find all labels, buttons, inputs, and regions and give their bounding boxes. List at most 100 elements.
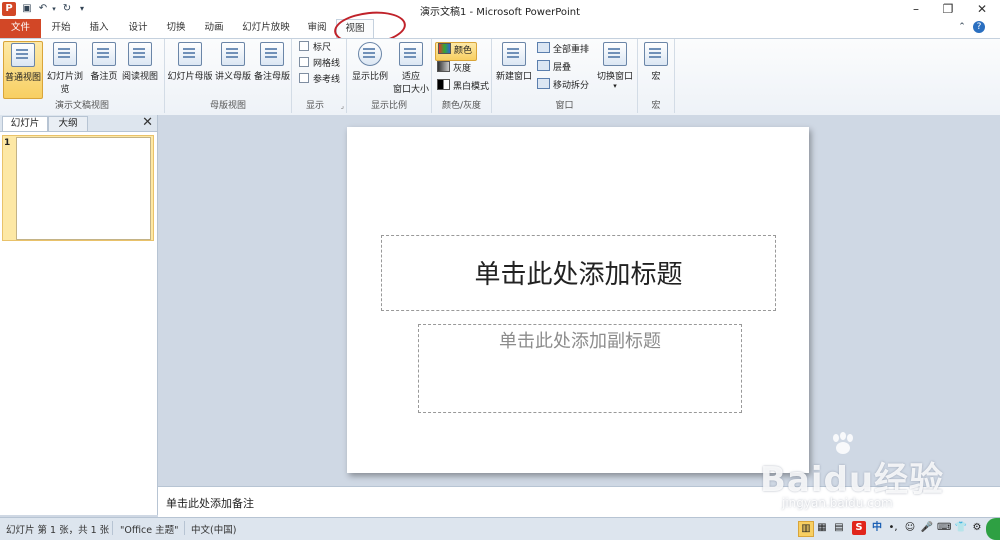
notes-master-label: 备注母版: [253, 72, 290, 82]
cascade-label: 层叠: [553, 63, 572, 73]
zoom-badge-icon[interactable]: [986, 518, 1000, 540]
slide-thumbnail[interactable]: [16, 137, 151, 240]
show-dialog-launcher-icon[interactable]: ⌟: [341, 102, 344, 110]
tab-slide-show[interactable]: 幻灯片放映: [237, 19, 295, 38]
reading-view-status-icon[interactable]: ▤: [832, 521, 846, 535]
tab-review[interactable]: 审阅: [300, 19, 334, 38]
group-color-grayscale: 颜色 灰度 黑白模式 颜色/灰度: [432, 39, 492, 113]
grayscale-swatch-icon: [437, 61, 450, 72]
ruler-checkbox-box: [299, 41, 309, 51]
grayscale-button[interactable]: 灰度: [437, 61, 471, 78]
microphone-icon[interactable]: 🎤: [920, 521, 934, 535]
arrange-all-button[interactable]: 全部重排: [537, 42, 589, 59]
macros-button[interactable]: 宏: [641, 41, 671, 82]
ime-mode[interactable]: 中: [870, 521, 884, 535]
normal-view-icon: [11, 43, 35, 67]
toolbox-icon[interactable]: ⚙: [970, 521, 984, 535]
group-show: 标尺 网格线 参考线 显示 ⌟: [292, 39, 347, 113]
color-button[interactable]: 颜色: [435, 42, 478, 61]
fit-to-window-icon: [399, 42, 423, 66]
skin-icon[interactable]: 👕: [954, 521, 968, 535]
notes-master-button[interactable]: 备注母版: [253, 41, 291, 82]
normal-view-button[interactable]: 普通视图: [3, 41, 43, 99]
reading-view-icon: [128, 42, 152, 66]
restore-icon[interactable]: ❐: [932, 0, 964, 19]
handout-master-button[interactable]: 讲义母版: [214, 41, 252, 82]
move-split-icon: [537, 78, 550, 89]
punctuation-icon[interactable]: •,: [886, 521, 900, 535]
grayscale-label: 灰度: [453, 64, 472, 74]
watermark-main-text: Baidu经验: [760, 460, 945, 500]
tab-animations[interactable]: 动画: [197, 19, 231, 38]
group-label-presentation-views: 演示文稿视图: [54, 101, 109, 111]
arrange-all-label: 全部重排: [553, 45, 590, 55]
title-placeholder[interactable]: 单击此处添加标题: [381, 235, 776, 311]
minimize-icon[interactable]: –: [900, 0, 932, 19]
black-white-swatch-icon: [437, 79, 450, 90]
switch-windows-button[interactable]: 切换窗口 ▾: [595, 41, 635, 90]
subtitle-placeholder[interactable]: 单击此处添加副标题: [418, 324, 742, 413]
group-label-window: 窗口: [555, 101, 574, 111]
new-window-button[interactable]: 新建窗口: [494, 41, 534, 82]
language-status[interactable]: 中文(中国): [191, 522, 236, 536]
switch-windows-icon: [603, 42, 627, 66]
status-divider: [184, 521, 185, 535]
gridlines-checkbox[interactable]: 网格线: [299, 57, 340, 72]
normal-view-label: 普通视图: [4, 73, 41, 83]
notes-page-button[interactable]: 备注页: [89, 41, 119, 82]
group-label-color: 颜色/灰度: [441, 101, 482, 111]
pane-tabs: 幻灯片 大纲 ✕: [0, 115, 157, 132]
group-label-master-views: 母版视图: [209, 101, 246, 111]
sogou-ime-icon[interactable]: S: [852, 521, 866, 535]
tab-outline[interactable]: 大纲: [48, 116, 88, 131]
tab-file[interactable]: 文件: [0, 19, 41, 38]
group-zoom: 显示比例 适应 窗口大小 显示比例: [347, 39, 432, 113]
help-icon[interactable]: ?: [973, 21, 985, 33]
handout-master-icon: [221, 42, 245, 66]
window-title: 演示文稿1 - Microsoft PowerPoint: [419, 7, 581, 18]
status-divider: [112, 521, 113, 535]
gridlines-checkbox-box: [299, 57, 309, 67]
slide-master-button[interactable]: 幻灯片母版: [167, 41, 213, 82]
normal-view-status-icon[interactable]: ▥: [798, 521, 814, 537]
slide-sorter-icon: [53, 42, 77, 66]
group-window: 新建窗口 全部重排 层叠 移动拆分 切换窗口 ▾ 窗口: [492, 39, 638, 113]
tab-design[interactable]: 设计: [121, 19, 155, 38]
ribbon-minimize-icon[interactable]: ⌃: [956, 22, 968, 34]
group-label-show: 显示: [305, 101, 324, 111]
slide-master-label: 幻灯片母版: [167, 72, 213, 82]
cascade-button[interactable]: 层叠: [537, 60, 571, 77]
tab-transitions[interactable]: 切换: [159, 19, 193, 38]
group-label-zoom: 显示比例: [370, 101, 407, 111]
zoom-label: 显示比例: [351, 72, 388, 82]
group-presentation-views: 普通视图 幻灯片浏览 备注页 阅读视图 演示文稿视图: [0, 39, 165, 113]
ribbon: 普通视图 幻灯片浏览 备注页 阅读视图 演示文稿视图 幻灯片母版 讲义母版 备注…: [0, 38, 1000, 116]
keyboard-icon[interactable]: ⌨: [937, 521, 951, 535]
fit-to-window-button[interactable]: 适应 窗口大小: [391, 41, 431, 95]
ruler-label: 标尺: [313, 43, 332, 53]
zoom-button[interactable]: 显示比例: [349, 41, 391, 82]
tab-insert[interactable]: 插入: [82, 19, 116, 38]
tab-home[interactable]: 开始: [44, 19, 78, 38]
watermark: Baidu经验 jingyan.baidu.com: [760, 430, 960, 520]
handout-master-label: 讲义母版: [214, 72, 251, 82]
emoji-icon[interactable]: ☺: [903, 521, 917, 535]
guides-label: 参考线: [313, 75, 341, 85]
black-white-button[interactable]: 黑白模式: [437, 79, 489, 96]
notes-master-icon: [260, 42, 284, 66]
tab-slides[interactable]: 幻灯片: [2, 116, 48, 131]
slide-sorter-button[interactable]: 幻灯片浏览: [43, 41, 87, 95]
move-split-button[interactable]: 移动拆分: [537, 78, 589, 95]
ruler-checkbox[interactable]: 标尺: [299, 41, 331, 56]
slides-pane: 幻灯片 大纲 ✕ 1: [0, 115, 158, 515]
new-window-label: 新建窗口: [495, 72, 532, 82]
slide-sorter-status-icon[interactable]: ▦: [815, 521, 829, 535]
slide[interactable]: 单击此处添加标题 单击此处添加副标题: [347, 127, 809, 473]
guides-checkbox[interactable]: 参考线: [299, 73, 340, 88]
close-pane-icon[interactable]: ✕: [142, 115, 153, 131]
reading-view-button[interactable]: 阅读视图: [121, 41, 159, 82]
color-label: 颜色: [454, 46, 473, 56]
theme-name[interactable]: "Office 主题": [120, 522, 179, 536]
close-icon[interactable]: ✕: [966, 0, 998, 19]
group-macros: 宏 宏: [638, 39, 675, 113]
